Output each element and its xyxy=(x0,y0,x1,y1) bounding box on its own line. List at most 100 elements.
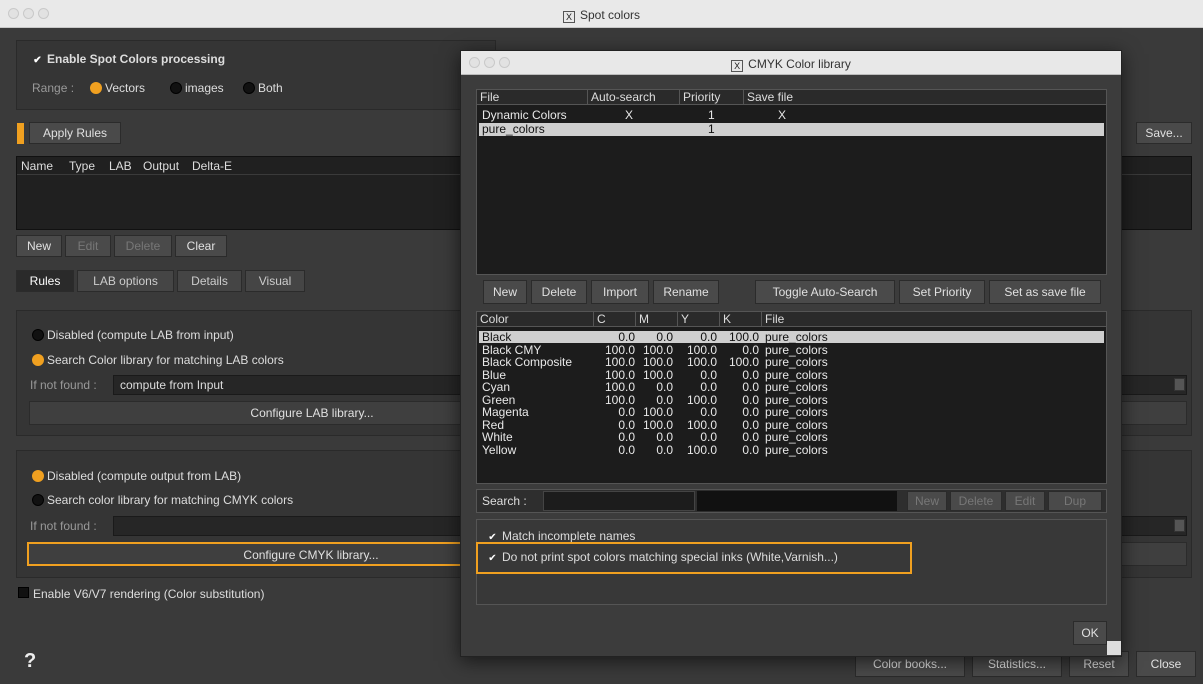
out-if-not-found-label: If not found : xyxy=(30,519,97,533)
color-y: 0.0 xyxy=(700,430,717,444)
delete-color-button[interactable]: Delete xyxy=(950,491,1002,511)
window-title: Spot colors xyxy=(579,8,641,22)
close-button[interactable]: Close xyxy=(1136,651,1196,677)
radio-off-icon xyxy=(170,82,182,94)
configure-cmyk-button-right[interactable] xyxy=(1121,542,1187,566)
search-spacer xyxy=(697,491,897,511)
color-row[interactable]: Yellow 0.0 0.0 100.0 0.0 pure_colors xyxy=(479,444,1104,456)
clear-rules-button[interactable]: Clear xyxy=(175,235,227,257)
color-row[interactable]: Black Composite 100.0 100.0 100.0 100.0 pure_… xyxy=(479,356,1104,368)
rename-file-button[interactable]: Rename xyxy=(653,280,719,304)
color-name: Black xyxy=(482,330,512,344)
color-m: 100.0 xyxy=(642,342,673,357)
col-lab[interactable]: LAB xyxy=(109,159,132,173)
color-row[interactable]: Green 100.0 0.0 100.0 0.0 pure_colors xyxy=(479,394,1104,406)
color-name: Red xyxy=(482,417,505,432)
colors-list[interactable]: Color C M Y K File Black 0.0 0.0 0.0 100.0 pu… xyxy=(476,311,1107,484)
color-row[interactable]: White 0.0 0.0 0.0 0.0 pure_colors xyxy=(479,431,1104,443)
color-name: Black Composite xyxy=(482,355,573,369)
radio-off-icon xyxy=(32,494,44,506)
dropdown-arrow-icon[interactable] xyxy=(1174,378,1185,391)
search-input[interactable] xyxy=(543,491,695,511)
col-c[interactable]: C xyxy=(593,312,635,327)
resize-grip-icon[interactable] xyxy=(1107,641,1121,655)
tab-details[interactable]: Details xyxy=(177,270,242,292)
color-y: 0.0 xyxy=(700,330,717,344)
color-row[interactable]: Blue 100.0 100.0 0.0 0.0 pure_colors xyxy=(479,369,1104,381)
set-save-file-button[interactable]: Set as save file xyxy=(989,280,1101,304)
color-c: 100.0 xyxy=(604,342,635,357)
color-row[interactable]: Black 0.0 0.0 0.0 100.0 pure_colors xyxy=(479,331,1104,343)
lab-disabled-radio[interactable]: Disabled (compute LAB from input) xyxy=(32,328,234,342)
col-m[interactable]: M xyxy=(635,312,677,327)
col-auto-search[interactable]: Auto-search xyxy=(587,90,679,105)
file-row-selected[interactable]: pure_colors 1 xyxy=(479,123,1104,136)
color-file: pure_colors xyxy=(765,417,828,432)
col-save-file[interactable]: Save file xyxy=(743,90,823,105)
toggle-auto-search-button[interactable]: Toggle Auto-Search xyxy=(755,280,895,304)
edit-rule-button[interactable]: Edit xyxy=(65,235,111,257)
set-priority-button[interactable]: Set Priority xyxy=(899,280,985,304)
cmyk-titlebar: X CMYK Color library xyxy=(461,51,1121,75)
tab-rules[interactable]: Rules xyxy=(16,270,74,292)
radio-off-icon xyxy=(243,82,255,94)
new-rule-button[interactable]: New xyxy=(16,235,62,257)
color-m: 0.0 xyxy=(656,392,673,407)
color-name: Magenta xyxy=(482,405,529,419)
col-priority[interactable]: Priority xyxy=(679,90,743,105)
edit-color-button[interactable]: Edit xyxy=(1005,491,1045,511)
delete-file-button[interactable]: Delete xyxy=(531,280,587,304)
save-button[interactable]: Save... xyxy=(1136,122,1192,144)
col-file[interactable]: File xyxy=(477,90,587,105)
enable-spot-checkbox[interactable]: ✔ Enable Spot Colors processing xyxy=(32,52,225,66)
new-color-button[interactable]: New xyxy=(907,491,947,511)
color-k: 100.0 xyxy=(728,355,759,369)
col-type[interactable]: Type xyxy=(69,159,95,173)
import-file-button[interactable]: Import xyxy=(591,280,649,304)
color-row[interactable]: Black CMY 100.0 100.0 100.0 0.0 pure_colors xyxy=(479,344,1104,356)
ok-button[interactable]: OK xyxy=(1073,621,1107,645)
col-k[interactable]: K xyxy=(719,312,761,327)
out-search-radio[interactable]: Search color library for matching CMYK c… xyxy=(32,493,293,507)
range-label: Range : xyxy=(32,81,75,95)
range-vectors-radio[interactable]: Vectors xyxy=(90,81,145,95)
col-name[interactable]: Name xyxy=(21,159,53,173)
tab-visual[interactable]: Visual xyxy=(245,270,305,292)
enable-v6-checkbox[interactable]: Enable V6/V7 rendering (Color substituti… xyxy=(18,587,264,601)
color-k: 0.0 xyxy=(742,380,759,394)
apply-rules-button[interactable]: Apply Rules xyxy=(29,122,121,144)
range-both-radio[interactable]: Both xyxy=(243,81,283,95)
color-file: pure_colors xyxy=(765,380,828,394)
new-file-button[interactable]: New xyxy=(483,280,527,304)
file-row[interactable]: Dynamic Colors X 1 X xyxy=(479,109,1104,122)
color-row[interactable]: Magenta 0.0 100.0 0.0 0.0 pure_colors xyxy=(479,406,1104,418)
match-incomplete-checkbox[interactable]: ✔ Match incomplete names xyxy=(487,529,635,543)
color-m: 100.0 xyxy=(642,405,673,419)
dup-color-button[interactable]: Dup xyxy=(1048,491,1102,511)
col-color[interactable]: Color xyxy=(477,312,593,327)
col-output[interactable]: Output xyxy=(143,159,179,173)
col-delta-e[interactable]: Delta-E xyxy=(192,159,232,173)
color-k: 100.0 xyxy=(728,330,759,344)
color-y: 0.0 xyxy=(700,405,717,419)
help-button[interactable]: ? xyxy=(24,650,36,673)
col-color-file[interactable]: File xyxy=(761,312,881,327)
color-k: 0.0 xyxy=(742,442,759,457)
delete-rule-button[interactable]: Delete xyxy=(114,235,172,257)
lab-search-radio[interactable]: Search Color library for matching LAB co… xyxy=(32,353,284,367)
color-file: pure_colors xyxy=(765,430,828,444)
color-row[interactable]: Cyan 100.0 0.0 0.0 0.0 pure_colors xyxy=(479,381,1104,393)
dropdown-arrow-icon[interactable] xyxy=(1174,519,1185,532)
range-images-radio[interactable]: images xyxy=(170,81,224,95)
color-name: White xyxy=(482,430,513,444)
color-y: 100.0 xyxy=(686,342,717,357)
out-disabled-radio[interactable]: Disabled (compute output from LAB) xyxy=(32,469,241,483)
radio-on-icon xyxy=(90,82,102,94)
tab-lab-options[interactable]: LAB options xyxy=(77,270,174,292)
color-row[interactable]: Red 0.0 100.0 100.0 0.0 pure_colors xyxy=(479,419,1104,431)
no-print-special-checkbox[interactable]: ✔ Do not print spot colors matching speci… xyxy=(487,550,838,564)
library-files-list[interactable]: File Auto-search Priority Save file Dyna… xyxy=(476,89,1107,275)
color-c: 100.0 xyxy=(604,392,635,407)
col-y[interactable]: Y xyxy=(677,312,719,327)
configure-lab-button-right[interactable] xyxy=(1121,401,1187,425)
